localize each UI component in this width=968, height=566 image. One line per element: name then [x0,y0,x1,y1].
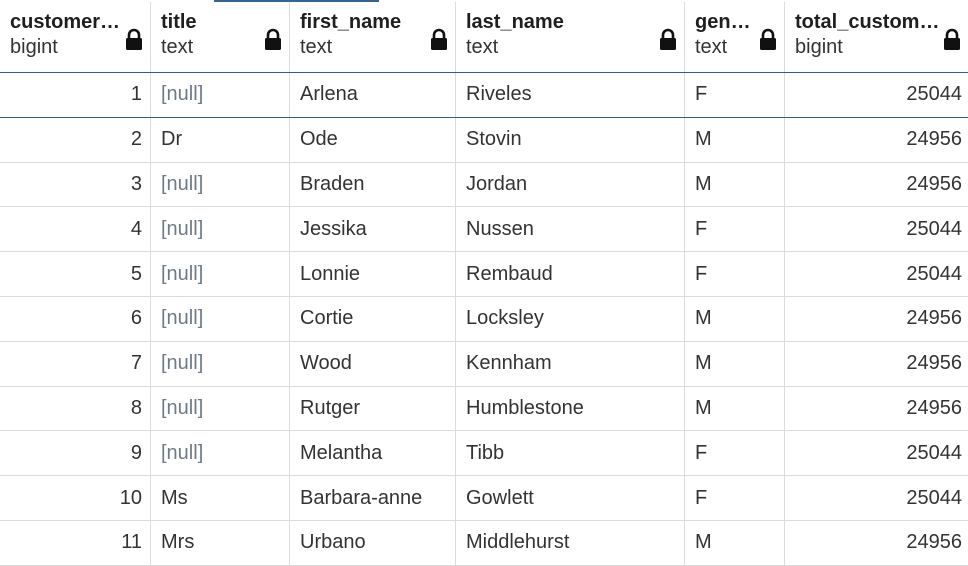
cell-first-name[interactable]: Arlena [289,73,455,117]
cell-total-customers[interactable]: 25044 [784,252,968,296]
row-number-cell[interactable]: 11 [0,521,150,565]
column-name: last_name [466,11,564,33]
lock-icon [263,28,283,50]
grid-header: customer_id bigint title text first_name text… [0,2,968,73]
row-number-cell[interactable]: 7 [0,342,150,386]
cell-total-customers[interactable]: 24956 [784,520,968,565]
cell-gender[interactable]: F [684,431,784,476]
row-number-cell[interactable]: 3 [0,163,150,207]
cell-title[interactable]: [null] [150,252,289,296]
cell-total-customers[interactable]: 24956 [784,296,968,341]
cell-last-name[interactable]: Rembaud [455,252,684,296]
cell-gender[interactable]: M [684,520,784,565]
cell-title[interactable]: [null] [150,73,289,117]
table-row[interactable]: 8 [null] Rutger Humblestone M 24956 [0,386,968,432]
lock-icon [429,28,449,50]
cell-title[interactable]: [null] [150,341,289,386]
table-row[interactable]: 7 [null] Wood Kennham M 24956 [0,341,968,387]
column-header-title[interactable]: title text [150,2,289,72]
cell-last-name[interactable]: Tibb [455,431,684,476]
cell-first-name[interactable]: Melantha [289,431,455,476]
cell-first-name[interactable]: Wood [289,341,455,386]
table-row[interactable]: 6 [null] Cortie Locksley M 24956 [0,296,968,342]
row-number-cell[interactable]: 6 [0,297,150,341]
cell-total-customers[interactable]: 24956 [784,117,968,162]
table-row[interactable]: 4 [null] Jessika Nussen F 25044 [0,207,968,253]
cell-gender[interactable]: F [684,476,784,520]
cell-gender[interactable]: M [684,162,784,207]
cell-last-name[interactable]: Humblestone [455,386,684,431]
cell-title[interactable]: [null] [150,207,289,252]
row-number-cell[interactable]: 10 [0,476,150,520]
cell-title[interactable]: [null] [150,162,289,207]
cell-first-name[interactable]: Cortie [289,296,455,341]
cell-first-name[interactable]: Lonnie [289,252,455,296]
cell-gender[interactable]: M [684,341,784,386]
cell-total-customers[interactable]: 24956 [784,386,968,431]
row-number-cell[interactable]: 1 [0,73,150,117]
cell-title[interactable]: [null] [150,386,289,431]
table-row[interactable]: 2 Dr Ode Stovin M 24956 [0,117,968,163]
cell-gender[interactable]: F [684,207,784,252]
cell-first-name[interactable]: Jessika [289,207,455,252]
cell-last-name[interactable]: Kennham [455,341,684,386]
cell-gender[interactable]: M [684,296,784,341]
column-header-gender[interactable]: gender text [684,2,784,72]
cell-last-name[interactable]: Nussen [455,207,684,252]
cell-title[interactable]: [null] [150,431,289,476]
table-row[interactable]: 3 [null] Braden Jordan M 24956 [0,162,968,208]
cell-total-customers[interactable]: 24956 [784,162,968,207]
lock-icon [758,28,778,50]
cell-gender[interactable]: M [684,117,784,162]
row-number-cell[interactable]: 4 [0,207,150,251]
table-row[interactable]: 9 [null] Melantha Tibb F 25044 [0,431,968,477]
column-header-total-customers[interactable]: total_customers bigint [784,2,968,72]
cell-title[interactable]: Mrs [150,520,289,565]
cell-last-name[interactable]: Stovin [455,117,684,162]
grid-body: 1 [null] Arlena Riveles F 25044 2 Dr Ode Stovin M 2… [0,73,968,566]
cell-first-name[interactable]: Ode [289,117,455,162]
cell-total-customers[interactable]: 24956 [784,341,968,386]
table-row[interactable]: 10 Ms Barbara-anne Gowlett F 25044 [0,476,968,521]
cell-first-name[interactable]: Urbano [289,520,455,565]
table-row[interactable]: 11 Mrs Urbano Middlehurst M 24956 [0,520,968,566]
lock-icon [124,28,144,50]
row-number-cell[interactable]: 2 [0,118,150,162]
cell-title[interactable]: Dr [150,117,289,162]
cell-last-name[interactable]: Gowlett [455,476,684,520]
cell-first-name[interactable]: Barbara-anne [289,476,455,520]
row-number-cell[interactable]: 5 [0,252,150,296]
lock-icon [658,28,678,50]
column-header-first-name[interactable]: first_name text [289,2,455,72]
cell-gender[interactable]: F [684,73,784,117]
cell-last-name[interactable]: Middlehurst [455,520,684,565]
table-row[interactable]: 1 [null] Arlena Riveles F 25044 [0,73,968,118]
cell-gender[interactable]: M [684,386,784,431]
cell-title[interactable]: [null] [150,296,289,341]
cell-gender[interactable]: F [684,252,784,296]
row-number-cell[interactable]: 8 [0,387,150,431]
column-header-last-name[interactable]: last_nametext [455,2,684,72]
results-data-grid[interactable]: customer_id bigint title text first_name text… [0,2,968,566]
cell-title[interactable]: Ms [150,476,289,520]
cell-total-customers[interactable]: 25044 [784,476,968,520]
lock-icon [942,28,962,50]
cell-last-name[interactable]: Locksley [455,296,684,341]
cell-last-name[interactable]: Riveles [455,73,684,117]
cell-total-customers[interactable]: 25044 [784,73,968,117]
column-type: text [466,36,499,58]
cell-first-name[interactable]: Rutger [289,386,455,431]
row-number-cell[interactable]: 9 [0,431,150,475]
cell-first-name[interactable]: Braden [289,162,455,207]
cell-total-customers[interactable]: 25044 [784,207,968,252]
cell-total-customers[interactable]: 25044 [784,431,968,476]
cell-last-name[interactable]: Jordan [455,162,684,207]
table-row[interactable]: 5 [null] Lonnie Rembaud F 25044 [0,252,968,297]
column-header-customer-id[interactable]: customer_id bigint [0,2,150,72]
